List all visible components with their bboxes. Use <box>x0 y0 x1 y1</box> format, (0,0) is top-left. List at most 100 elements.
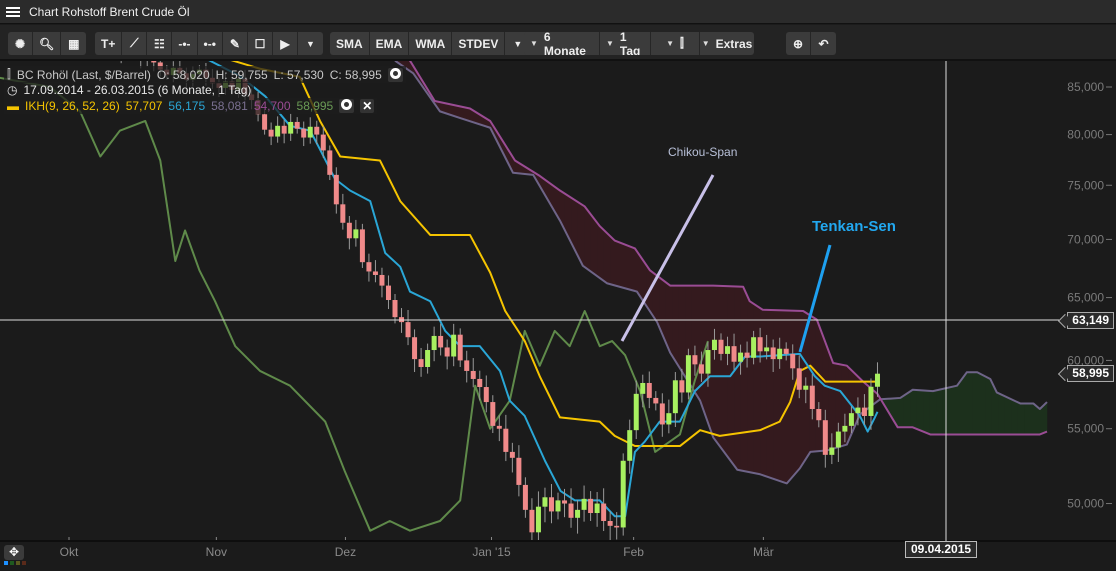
instrument-name: BC Rohöl (Last, $/Barrel) <box>16 67 151 82</box>
candle-up <box>581 498 587 510</box>
candle-down <box>405 322 411 338</box>
candle-down <box>692 355 698 365</box>
text-tool-button[interactable]: T+ <box>95 32 123 55</box>
cloud-segment <box>577 201 582 262</box>
cloud-segment <box>665 282 670 350</box>
candle-down <box>548 497 554 512</box>
x-tick-label: Feb <box>623 545 644 559</box>
line-tool-button[interactable]: ⟋ <box>122 32 148 55</box>
candle-down <box>659 403 665 425</box>
cloud-segment <box>903 393 908 428</box>
cloud-segment <box>994 388 999 435</box>
hamburger-menu-icon[interactable] <box>6 6 20 17</box>
cloud-segment <box>597 222 601 279</box>
cloud-segment <box>466 107 471 122</box>
candle-up <box>307 126 313 138</box>
cloud-segment <box>623 243 627 289</box>
rectangle-tool-button[interactable]: ☐ <box>248 32 273 55</box>
candle-up <box>685 355 691 393</box>
candle-down <box>816 408 822 421</box>
interval-dropdown[interactable]: ▼ 1 Tag <box>600 32 651 55</box>
reset-button[interactable]: ↶ <box>811 32 836 55</box>
swatch-olive[interactable] <box>16 561 20 565</box>
high-value: H: 59,755 <box>215 67 268 82</box>
cloud-segment <box>1030 403 1035 435</box>
x-tick-label: Dez <box>335 545 356 559</box>
cloud-segment <box>776 310 780 481</box>
candle-down <box>529 509 535 533</box>
cloud-segment <box>619 242 624 288</box>
candle-down <box>470 370 476 379</box>
x-tick-label: Mär <box>753 545 774 559</box>
stdev-button[interactable]: STDEV <box>452 32 506 55</box>
pencil-icon: ✎ <box>229 36 240 51</box>
settings-button[interactable]: ✺ <box>8 32 33 55</box>
candle-down <box>392 300 398 318</box>
cloud-segment <box>655 274 660 327</box>
candle-up <box>725 346 731 354</box>
candle-down <box>457 334 463 361</box>
swatch-blue[interactable] <box>4 561 8 565</box>
candle-down <box>568 503 574 518</box>
swatch-brown[interactable] <box>22 561 26 565</box>
instrument-settings-button[interactable] <box>387 67 403 82</box>
open-value: O: 58,020 <box>156 67 210 82</box>
cloud-segment <box>864 382 868 412</box>
y-tick-label: 70,000 <box>1067 232 1104 246</box>
chevron-down-icon: ▼ <box>305 38 315 49</box>
cloud-segment <box>1020 403 1025 435</box>
pencil-tool-button[interactable]: ✎ <box>223 32 248 55</box>
candle-up <box>275 125 281 137</box>
title-bar: Chart Rohstoff Brent Crude Öl <box>0 0 1116 24</box>
y-tick-label: 65,000 <box>1067 291 1104 305</box>
candle-down <box>503 428 509 452</box>
layout-button[interactable]: ▦ <box>61 32 86 55</box>
cloud-segment <box>593 218 598 277</box>
cloud-segment <box>1014 400 1018 435</box>
cloud-segment <box>574 199 578 256</box>
fibonacci-tool-button[interactable]: ☷ <box>147 32 173 55</box>
wma-button[interactable]: WMA <box>409 32 453 55</box>
chart-type-dropdown[interactable]: ▼ ⫿ <box>651 32 700 55</box>
horizontal-ray-icon: •-• <box>203 36 216 51</box>
price-chart[interactable]: 50,00055,00060,00065,00070,00075,00080,0… <box>0 61 1116 571</box>
indicator-settings-button[interactable] <box>339 99 355 113</box>
cloud-segment <box>779 310 784 483</box>
window-title: Chart Rohstoff Brent Crude Öl <box>29 4 190 19</box>
remove-indicator-button[interactable]: ✕ <box>360 99 375 113</box>
low-value: L: 57,530 <box>273 67 324 82</box>
swatch-green[interactable] <box>10 561 14 565</box>
horizontal-ray-button[interactable]: •-• <box>198 32 223 55</box>
candle-down <box>522 484 528 510</box>
candle-up <box>594 503 600 514</box>
zoom-button[interactable]: 🔍︎ <box>33 32 62 55</box>
cloud-segment <box>587 209 591 272</box>
candle-up <box>751 337 757 358</box>
draw-tools-dropdown[interactable]: ▼ <box>298 32 323 55</box>
horizontal-line-button[interactable]: -•- <box>172 32 198 55</box>
cloud-segment <box>750 301 754 473</box>
tenkan-value: 56,175 <box>168 99 206 113</box>
candle-down <box>614 525 620 528</box>
pan-button[interactable]: ✥ <box>4 545 24 560</box>
arrow-tool-button[interactable]: ▶ <box>273 32 298 55</box>
toolbar: ✺ 🔍︎ ▦ T+ ⟋ ☷ -•- •-• ✎ ☐ ▶ ▼ SMA EMA WM… <box>0 25 1116 61</box>
settings-icon: ✺ <box>14 36 26 51</box>
cloud-segment <box>753 303 758 474</box>
cloud-segment <box>584 206 588 269</box>
cloud-segment <box>958 378 963 435</box>
cloud-segment <box>616 241 621 287</box>
cloud-segment <box>773 310 777 480</box>
candle-up <box>764 347 770 352</box>
y-tick-label: 80,000 <box>1067 128 1104 142</box>
candle-up <box>711 339 717 351</box>
sma-button[interactable]: SMA <box>330 32 370 55</box>
extras-dropdown[interactable]: ▼ Extras <box>700 32 754 55</box>
zoom-in-button[interactable]: ⊕ <box>786 32 811 55</box>
period-dropdown[interactable]: ▼ 6 Monate <box>524 32 600 55</box>
ema-button[interactable]: EMA <box>370 32 410 55</box>
cloud-segment <box>799 310 803 469</box>
cloud-segment <box>936 389 940 435</box>
cloud-segment <box>580 203 585 267</box>
zoom-in-icon: ⊕ <box>792 36 804 51</box>
